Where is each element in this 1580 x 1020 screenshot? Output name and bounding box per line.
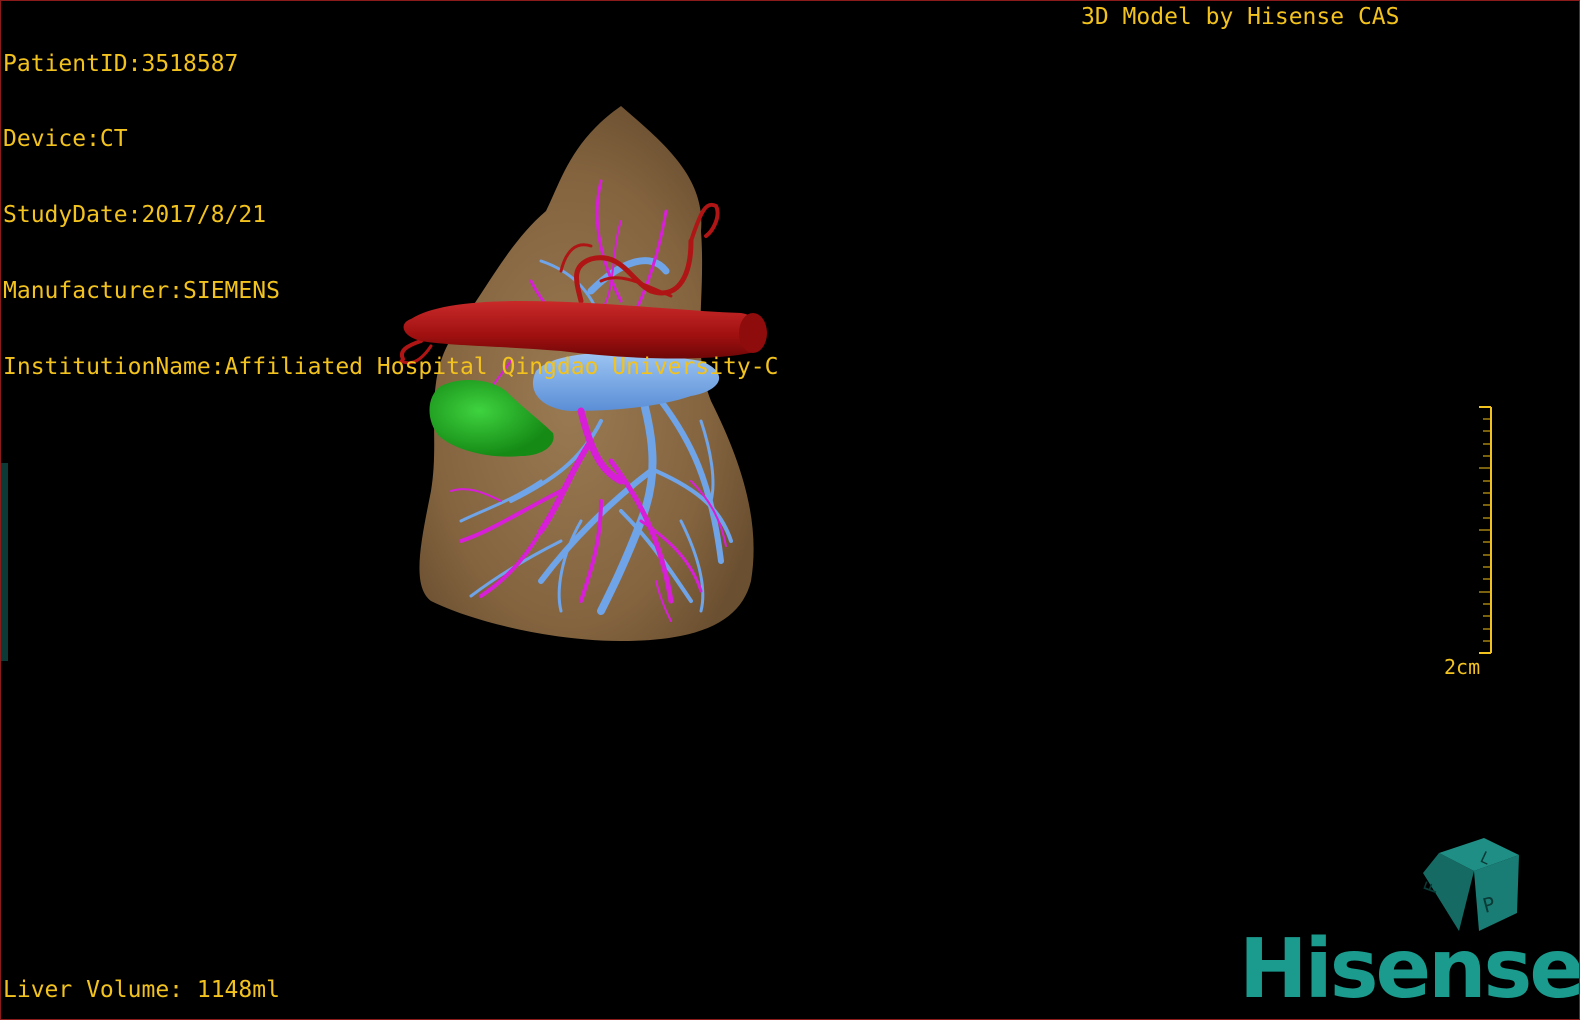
institution-text: InstitutionName:Affiliated Hospital Qing…: [3, 354, 779, 381]
study-date-text: StudyDate:2017/8/21: [3, 202, 267, 229]
device-text: Device:CT: [3, 126, 128, 153]
manufacturer-text: Manufacturer:SIEMENS: [3, 278, 280, 305]
scale-bar: [1479, 406, 1492, 654]
3d-viewport[interactable]: PatientID:3518587 Device:CT StudyDate:20…: [0, 0, 1580, 1020]
model-brand-title: 3D Model by Hisense CAS: [1081, 4, 1400, 30]
patient-info-overlay: PatientID:3518587 Device:CT StudyDate:20…: [3, 1, 778, 431]
hisense-logo: Hisense: [1239, 922, 1580, 1017]
scale-bar-label: 2cm: [1444, 655, 1481, 679]
patient-id-text: PatientID:3518587: [3, 50, 239, 77]
liver-volume-text: Liver Volume: 1148ml: [3, 977, 280, 1003]
